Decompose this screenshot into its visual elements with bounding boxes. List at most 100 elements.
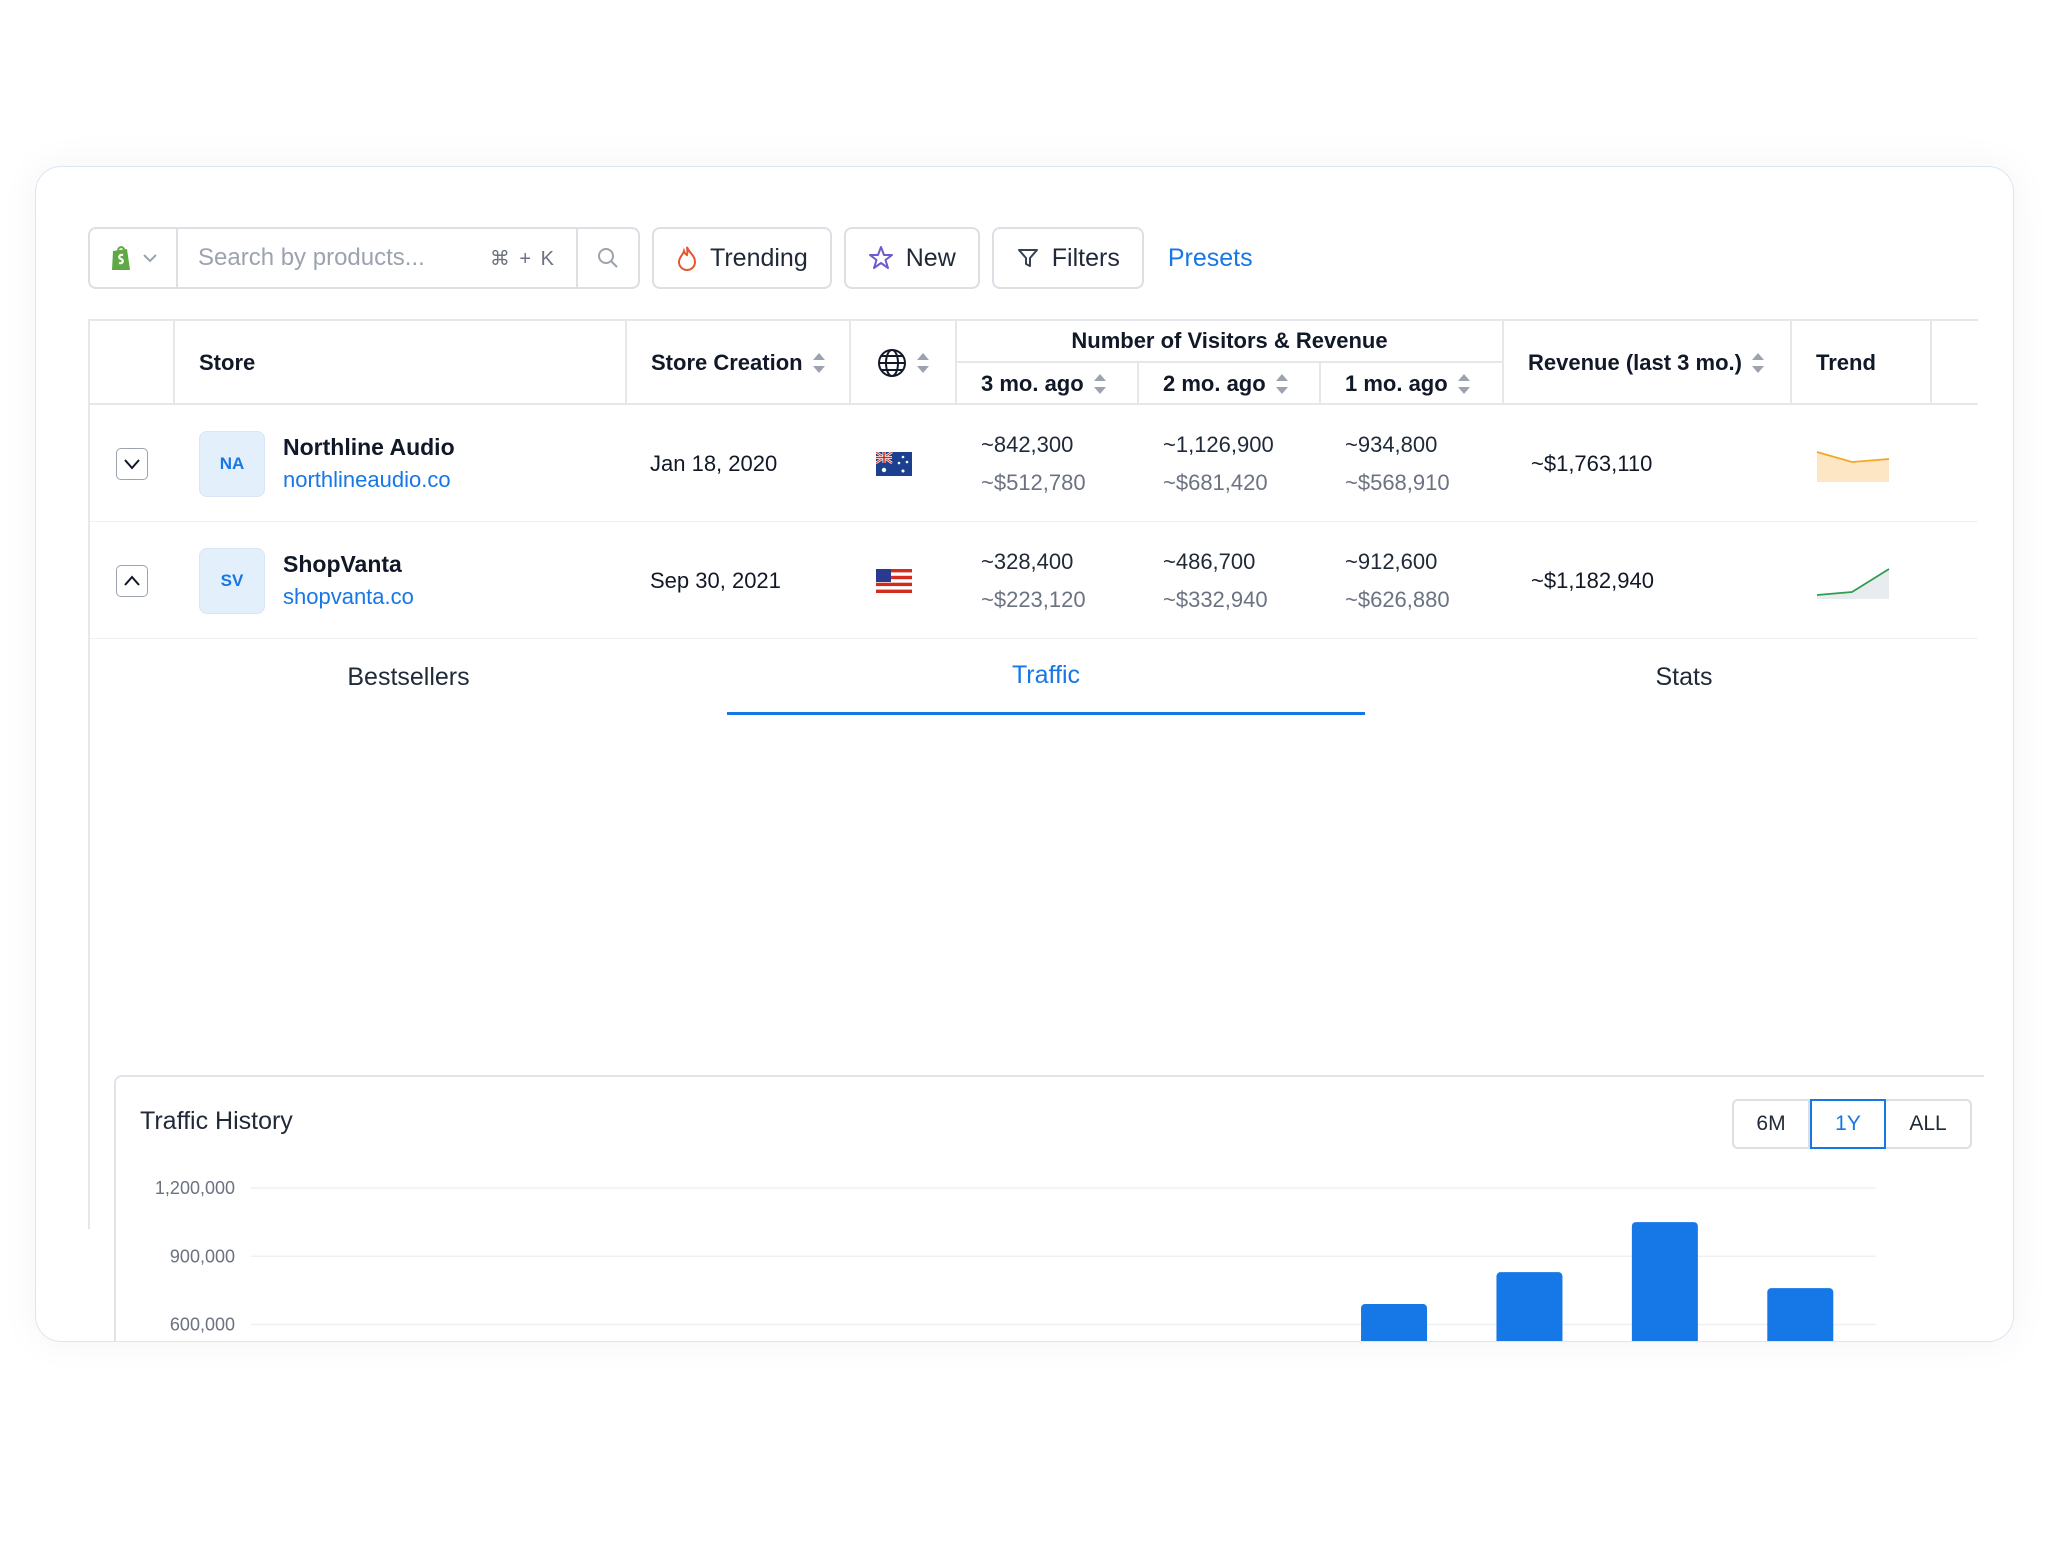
- store-name[interactable]: Northline Audio: [283, 434, 455, 461]
- main-card: Search by products... ⌘ + K Trending New…: [35, 166, 2014, 1342]
- star-icon: [868, 246, 893, 269]
- store-creation-cell: Sep 30, 2021: [650, 567, 781, 593]
- bar[interactable]: [1361, 1304, 1428, 1342]
- presets-link[interactable]: Presets: [1168, 244, 1253, 273]
- visitors-value: ~486,700: [1163, 548, 1256, 574]
- visitors-2mo-cell: ~1,126,900 ~$681,420: [1163, 405, 1274, 522]
- header-2mo-label: 2 mo. ago: [1163, 371, 1266, 396]
- trending-button[interactable]: Trending: [652, 227, 832, 289]
- usa-flag-icon: [876, 568, 912, 593]
- search-icon: [598, 248, 618, 268]
- bar[interactable]: [1767, 1288, 1834, 1342]
- header-1mo[interactable]: 1 mo. ago: [1321, 363, 1504, 405]
- search-button[interactable]: [578, 229, 638, 287]
- header-1mo-label: 1 mo. ago: [1345, 371, 1448, 396]
- header-trend-label: Trend: [1816, 350, 1876, 375]
- keyboard-shortcut: ⌘ + K: [489, 247, 556, 270]
- search-input[interactable]: Search by products... ⌘ + K: [178, 229, 578, 287]
- filters-button[interactable]: Filters: [991, 227, 1144, 289]
- toolbar: Search by products... ⌘ + K Trending New…: [88, 227, 1253, 289]
- y-tick-label: 600,000: [170, 1315, 235, 1335]
- y-tick-label: 1,200,000: [155, 1178, 235, 1198]
- visitors-3mo-cell: ~328,400 ~$223,120: [981, 522, 1086, 639]
- tab-traffic[interactable]: Traffic: [727, 639, 1365, 715]
- trend-cell: [1816, 405, 1890, 522]
- visitors-3mo-cell: ~842,300 ~$512,780: [981, 405, 1086, 522]
- chevron-down-icon: [143, 254, 157, 263]
- header-3mo[interactable]: 3 mo. ago: [957, 363, 1139, 405]
- traffic-history-panel: Traffic History 6M 1Y ALL 0 300,000 600,00…: [114, 1075, 1984, 1342]
- header-revenue-label: Revenue (last 3 mo.): [1528, 350, 1742, 375]
- header-country[interactable]: [851, 321, 957, 405]
- revenue-value: ~$223,120: [981, 586, 1086, 612]
- sort-icon: [917, 353, 929, 373]
- traffic-bar-chart: 0300,000600,000900,0001,200,000May '25 Ju…: [155, 1178, 1876, 1342]
- sort-icon: [1751, 353, 1764, 373]
- table-header: Store Store Creation Number of Visitors …: [90, 319, 1978, 405]
- search-placeholder: Search by products...: [198, 244, 425, 271]
- search-group: Search by products... ⌘ + K: [88, 227, 640, 289]
- visitors-value: ~328,400: [981, 548, 1074, 574]
- bar[interactable]: [1496, 1272, 1563, 1342]
- y-tick-label: 900,000: [170, 1246, 235, 1266]
- header-visitors-revenue: Number of Visitors & Revenue: [957, 321, 1504, 363]
- platform-selector[interactable]: [90, 229, 178, 287]
- header-visitors-revenue-label: Number of Visitors & Revenue: [1071, 328, 1388, 353]
- new-label: New: [905, 243, 956, 272]
- bar[interactable]: [1631, 1222, 1698, 1342]
- expand-button[interactable]: [116, 447, 148, 480]
- chevron-down-icon: [124, 458, 140, 470]
- detail-tabs: Bestsellers Traffic Stats: [90, 639, 1978, 739]
- header-store-creation[interactable]: Store Creation: [627, 321, 851, 405]
- collapse-button[interactable]: [116, 564, 148, 597]
- header-2mo[interactable]: 2 mo. ago: [1139, 363, 1321, 405]
- visitors-value: ~934,800: [1345, 431, 1438, 457]
- store-cell: SV ShopVanta shopvanta.co: [199, 522, 414, 639]
- new-button[interactable]: New: [843, 227, 980, 289]
- revenue-total-cell: ~$1,182,940: [1531, 567, 1654, 593]
- tab-stats[interactable]: Stats: [1365, 639, 2003, 715]
- country-cell: [876, 405, 912, 522]
- store-url-link[interactable]: shopvanta.co: [283, 584, 414, 610]
- header-expand: [90, 321, 175, 405]
- store-name[interactable]: ShopVanta: [283, 551, 414, 578]
- store-avatar: NA: [199, 430, 265, 497]
- trend-sparkline: [1816, 450, 1890, 482]
- visitors-value: ~912,600: [1345, 548, 1438, 574]
- revenue-total-cell: ~$1,763,110: [1531, 450, 1653, 476]
- header-store: Store: [175, 321, 627, 405]
- visitors-1mo-cell: ~912,600 ~$626,880: [1345, 522, 1450, 639]
- sort-icon: [812, 353, 825, 373]
- visitors-value: ~842,300: [981, 431, 1074, 457]
- trend-cell: [1816, 522, 1890, 639]
- table-row[interactable]: NA Northline Audio northlineaudio.co Jan…: [90, 405, 1978, 522]
- globe-icon: [878, 349, 906, 377]
- header-store-label: Store: [199, 350, 256, 375]
- header-3mo-label: 3 mo. ago: [981, 371, 1084, 396]
- store-avatar: SV: [199, 547, 265, 614]
- trending-label: Trending: [710, 243, 808, 272]
- chevron-up-icon: [124, 574, 140, 586]
- flame-icon: [677, 246, 697, 271]
- table-row[interactable]: SV ShopVanta shopvanta.co Sep 30, 2021 ~…: [90, 522, 1978, 639]
- header-trend: Trend: [1792, 321, 1932, 405]
- sort-icon: [1275, 374, 1288, 394]
- revenue-value: ~$681,420: [1163, 469, 1268, 495]
- visitors-value: ~1,126,900: [1163, 431, 1274, 457]
- store-cell: NA Northline Audio northlineaudio.co: [199, 405, 455, 522]
- filter-icon: [1017, 249, 1038, 267]
- header-revenue[interactable]: Revenue (last 3 mo.): [1504, 321, 1792, 405]
- sort-icon: [1457, 374, 1470, 394]
- tab-bestsellers[interactable]: Bestsellers: [90, 639, 727, 715]
- row-expand-cell: [116, 522, 148, 639]
- store-creation-cell: Jan 18, 2020: [650, 450, 778, 476]
- row-expand-cell: [116, 405, 148, 522]
- store-url-link[interactable]: northlineaudio.co: [283, 467, 455, 493]
- trend-sparkline: [1816, 567, 1890, 599]
- revenue-value: ~$332,940: [1163, 586, 1268, 612]
- visitors-2mo-cell: ~486,700 ~$332,940: [1163, 522, 1268, 639]
- revenue-value: ~$626,880: [1345, 586, 1450, 612]
- revenue-value: ~$568,910: [1345, 469, 1450, 495]
- header-store-creation-label: Store Creation: [651, 350, 803, 375]
- sort-icon: [1093, 374, 1106, 394]
